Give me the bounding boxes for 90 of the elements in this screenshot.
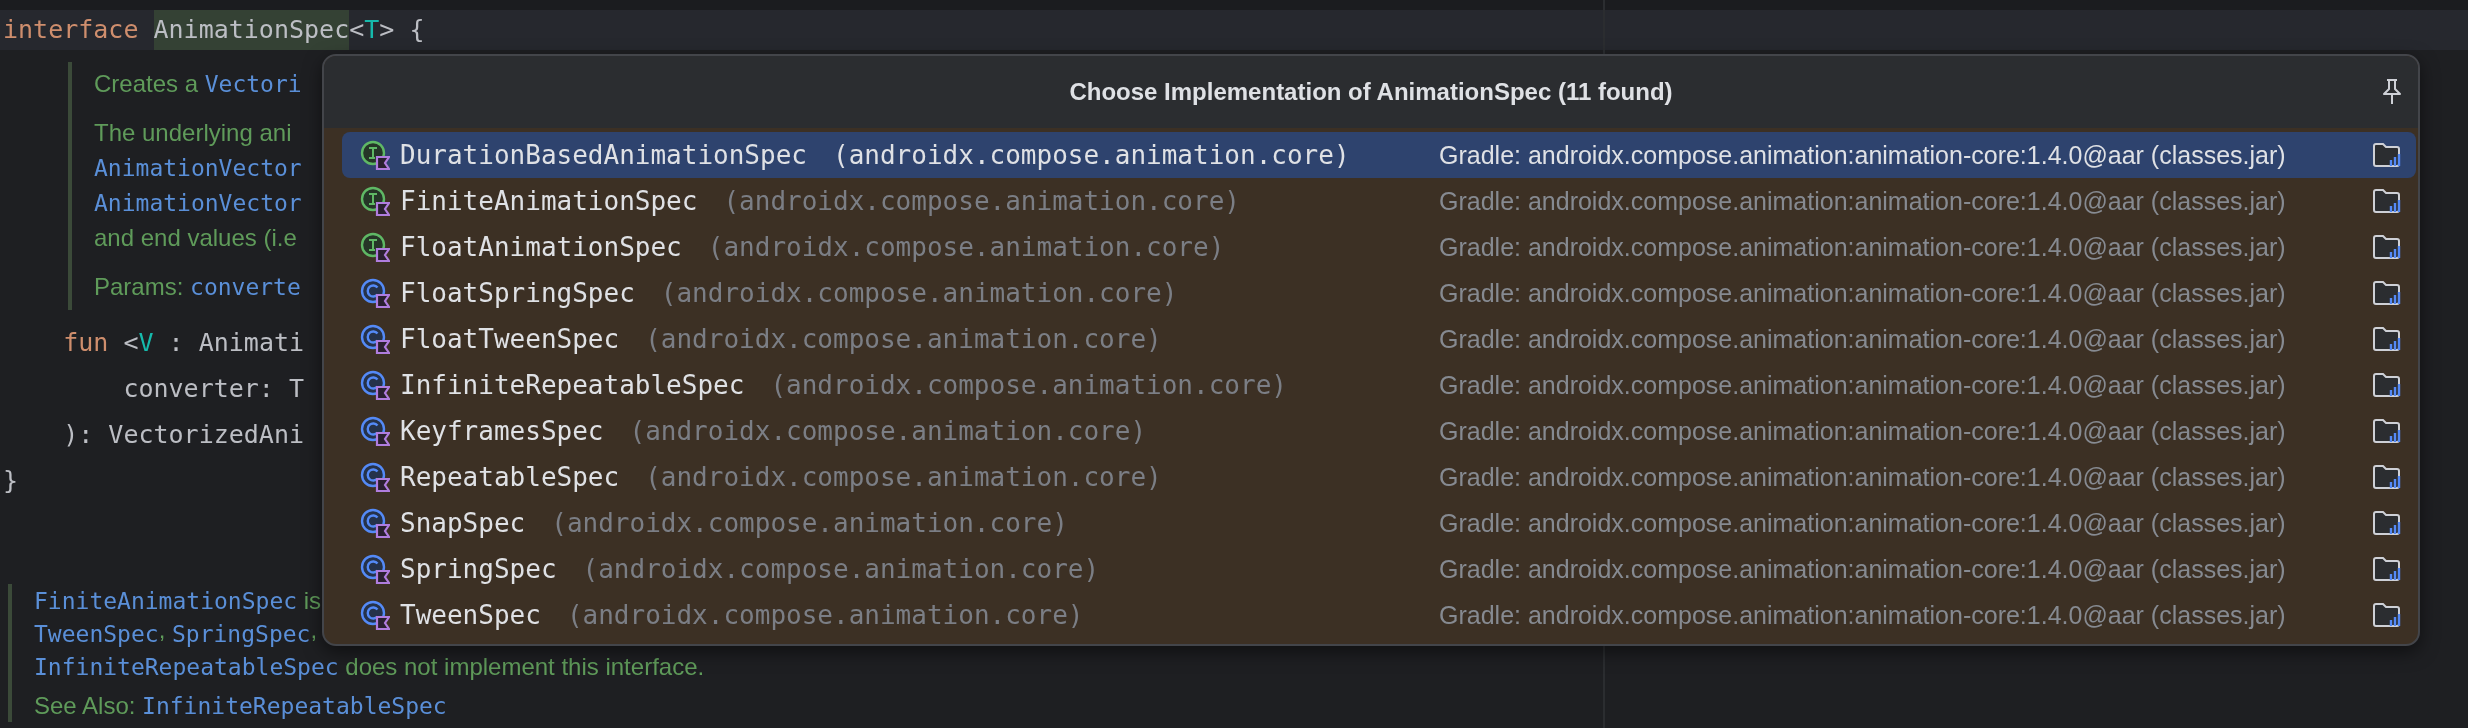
list-item[interactable]: SpringSpec (androidx.compose.animation.core) Gradle: androidx.compose.animation:animation-core:1.4.0@aar (classes.jar) (342, 546, 2416, 592)
popup-title: Choose Implementation of AnimationSpec (11 found) (1069, 78, 1673, 106)
package-name: (androidx.compose.animation.core) (566, 600, 1084, 630)
package-name: (androidx.compose.animation.core) (551, 508, 1068, 538)
library-path: Gradle: androidx.compose.animation:animation-core:1.4.0@aar (classes.jar) (1439, 140, 2286, 170)
folder-icon (2372, 556, 2402, 582)
package-name: (androidx.compose.animation.core) (723, 186, 1240, 216)
list-item[interactable]: SnapSpec (androidx.compose.animation.core) Gradle: androidx.compose.animation:animation-core:1.4.0@aar (classes.jar) (342, 500, 2416, 546)
class-name: RepeatableSpec (400, 462, 620, 492)
doc-line: FiniteAnimationSpec is (34, 586, 322, 616)
class-name: FiniteAnimationSpec (400, 186, 698, 216)
interface-icon (360, 232, 390, 262)
folder-icon (2372, 464, 2402, 490)
code-line: interface AnimationSpec<T> { (0, 10, 425, 50)
library-path: Gradle: androidx.compose.animation:animation-core:1.4.0@aar (classes.jar) (1439, 416, 2286, 446)
class-name: KeyframesSpec (400, 416, 604, 446)
class-name: FloatTweenSpec (400, 324, 620, 354)
class-name: SnapSpec (400, 508, 526, 538)
list-item[interactable]: FiniteAnimationSpec (androidx.compose.animation.core) Gradle: androidx.compose.animation:animation-core:1.4.0@aar (classes.jar) (342, 178, 2416, 224)
package-name: (androidx.compose.animation.core) (582, 554, 1100, 584)
doc-line: TweenSpec, SpringSpec, (34, 617, 318, 649)
code-line: fun <V : Animati (62, 327, 305, 359)
code-line: } (2, 465, 19, 497)
package-name: (androidx.compose.animation.core) (629, 416, 1147, 446)
doc-link[interactable]: InfiniteRepeatableSpec (142, 693, 447, 719)
package-name: (androidx.compose.animation.core) (770, 370, 1287, 400)
doc-link[interactable]: AnimationVector (94, 155, 302, 181)
doc-link[interactable]: FiniteAnimationSpec (34, 588, 298, 614)
class-name: FloatSpringSpec (400, 278, 635, 308)
doc-link[interactable]: TweenSpec (34, 621, 159, 647)
class-icon (360, 416, 390, 446)
class-name: DurationBasedAnimationSpec (400, 140, 807, 170)
library-path: Gradle: androidx.compose.animation:animation-core:1.4.0@aar (classes.jar) (1439, 186, 2286, 216)
class-icon (360, 462, 390, 492)
folder-icon (2372, 188, 2402, 214)
doc-link[interactable]: AnimationVector (94, 190, 302, 216)
folder-icon (2372, 372, 2402, 398)
doc-link[interactable]: Vectori (204, 71, 302, 97)
doc-link[interactable]: SpringSpec (171, 621, 311, 647)
library-path: Gradle: androidx.compose.animation:animation-core:1.4.0@aar (classes.jar) (1439, 462, 2286, 492)
interface-icon (360, 186, 390, 216)
list-item[interactable]: KeyframesSpec (androidx.compose.animation.core) Gradle: androidx.compose.animation:animation-core:1.4.0@aar (classes.jar) (342, 408, 2416, 454)
library-path: Gradle: androidx.compose.animation:animation-core:1.4.0@aar (classes.jar) (1439, 232, 2286, 262)
library-path: Gradle: androidx.compose.animation:animation-core:1.4.0@aar (classes.jar) (1439, 278, 2286, 308)
package-name: (androidx.compose.animation.core) (660, 278, 1178, 308)
doc-link[interactable]: InfiniteRepeatableSpec (34, 654, 339, 680)
folder-icon (2372, 234, 2402, 260)
doc-line: and end values (i.e (94, 223, 297, 253)
folder-icon (2372, 418, 2402, 444)
package-name: (androidx.compose.animation.core) (645, 462, 1162, 492)
folder-icon (2372, 510, 2402, 536)
doc-line: Params: converte (94, 272, 301, 302)
code-line: ): VectorizedAni (62, 419, 305, 451)
library-path: Gradle: androidx.compose.animation:animation-core:1.4.0@aar (classes.jar) (1439, 508, 2286, 538)
package-name: (androidx.compose.animation.core) (707, 232, 1225, 262)
list-item[interactable]: FloatTweenSpec (androidx.compose.animation.core) Gradle: androidx.compose.animation:animation-core:1.4.0@aar (classes.jar) (342, 316, 2416, 362)
package-name: (androidx.compose.animation.core) (645, 324, 1162, 354)
class-name: SpringSpec (400, 554, 557, 584)
list-item[interactable]: InfiniteRepeatableSpec (androidx.compose.animation.core) Gradle: androidx.compose.animation:animation-core:1.4.0@aar (classes.jar) (342, 362, 2416, 408)
class-icon (360, 508, 390, 538)
package-name: (androidx.compose.animation.core) (833, 140, 1350, 170)
class-icon (360, 600, 390, 630)
doc-line: Creates a Vectori (94, 69, 302, 99)
library-path: Gradle: androidx.compose.animation:animation-core:1.4.0@aar (classes.jar) (1439, 554, 2286, 584)
doc-line: See Also: InfiniteRepeatableSpec (34, 691, 447, 721)
library-path: Gradle: androidx.compose.animation:animation-core:1.4.0@aar (classes.jar) (1439, 324, 2286, 354)
list-item[interactable]: FloatSpringSpec (androidx.compose.animation.core) Gradle: androidx.compose.animation:animation-core:1.4.0@aar (classes.jar) (342, 270, 2416, 316)
interface-icon (360, 140, 390, 170)
class-icon (360, 324, 390, 354)
pin-icon[interactable] (2380, 78, 2404, 106)
list-item[interactable]: RepeatableSpec (androidx.compose.animation.core) Gradle: androidx.compose.animation:animation-core:1.4.0@aar (classes.jar) (342, 454, 2416, 500)
folder-icon (2372, 280, 2402, 306)
list-item[interactable]: DurationBasedAnimationSpec (androidx.compose.animation.core) Gradle: androidx.compose.animation:animation-core:1.4.0@aar (classes.jar) (342, 132, 2416, 178)
doc-link[interactable]: converte (190, 274, 301, 300)
list-item[interactable]: FloatAnimationSpec (androidx.compose.animation.core) Gradle: androidx.compose.animation:animation-core:1.4.0@aar (classes.jar) (342, 224, 2416, 270)
class-icon (360, 370, 390, 400)
doc-line: The underlying ani (94, 118, 292, 148)
class-name: FloatAnimationSpec (400, 232, 682, 262)
class-icon (360, 554, 390, 584)
class-name: TweenSpec (400, 600, 541, 630)
code-line: converter: T (122, 373, 305, 405)
list-item[interactable]: TweenSpec (androidx.compose.animation.core) Gradle: androidx.compose.animation:animation-core:1.4.0@aar (classes.jar) (342, 592, 2416, 638)
doc-line: InfiniteRepeatableSpec does not implement this interface. (34, 652, 705, 682)
library-path: Gradle: androidx.compose.animation:animation-core:1.4.0@aar (classes.jar) (1439, 600, 2286, 630)
class-name: InfiniteRepeatableSpec (400, 370, 745, 400)
class-icon (360, 278, 390, 308)
folder-icon (2372, 142, 2402, 168)
folder-icon (2372, 326, 2402, 352)
folder-icon (2372, 602, 2402, 628)
library-path: Gradle: androidx.compose.animation:animation-core:1.4.0@aar (classes.jar) (1439, 370, 2286, 400)
